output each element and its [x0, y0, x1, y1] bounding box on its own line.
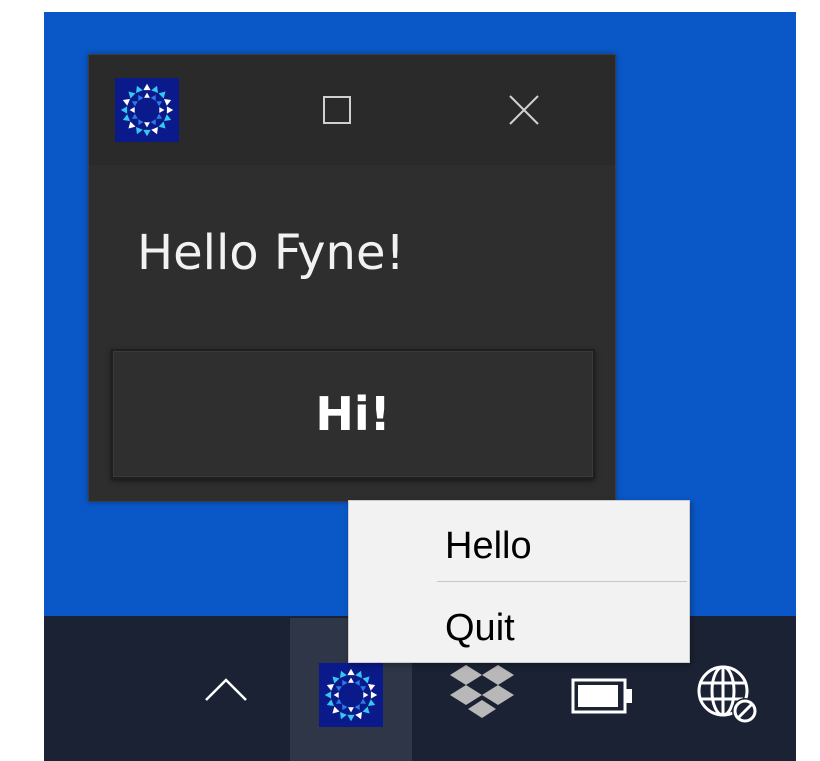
- hi-button[interactable]: Hi!: [111, 349, 595, 479]
- menu-item-quit[interactable]: Quit: [349, 589, 689, 667]
- network-no-internet-icon: [697, 665, 758, 724]
- fyne-tray-button[interactable]: [318, 663, 384, 727]
- battery-icon: [571, 678, 632, 714]
- app-window: Hello Fyne! Hi!: [88, 54, 616, 502]
- tray-context-menu: Hello Quit: [348, 500, 690, 663]
- show-hidden-icons-button[interactable]: [196, 664, 256, 714]
- menu-item-label: Hello: [445, 525, 532, 567]
- hello-label: Hello Fyne!: [137, 225, 405, 281]
- dropbox-icon: [450, 665, 514, 718]
- close-button[interactable]: [484, 75, 564, 145]
- network-tray-button[interactable]: [692, 660, 766, 730]
- maximize-icon: [323, 96, 351, 124]
- battery-tray-button[interactable]: [570, 674, 636, 718]
- dropbox-tray-button[interactable]: [444, 662, 520, 724]
- chevron-up-icon: [205, 678, 247, 701]
- maximize-button[interactable]: [297, 75, 377, 145]
- window-titlebar[interactable]: [89, 55, 615, 165]
- menu-item-label: Quit: [445, 607, 515, 649]
- menu-separator: [437, 581, 687, 582]
- close-icon: [509, 95, 539, 125]
- fyne-logo-icon: [115, 78, 179, 142]
- menu-item-hello[interactable]: Hello: [349, 507, 689, 585]
- fyne-tray-icon: [319, 663, 383, 727]
